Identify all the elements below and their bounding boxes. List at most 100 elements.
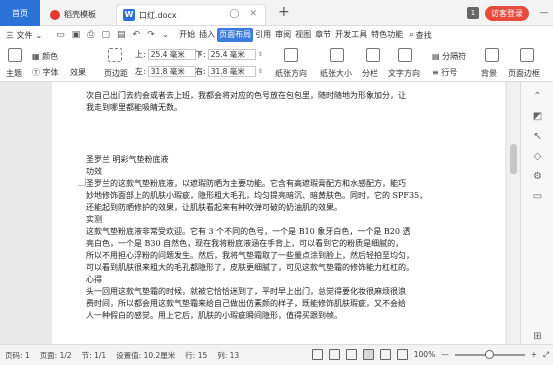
close-tab-icon[interactable]: ✕ bbox=[249, 9, 257, 19]
vertical-scrollbar[interactable] bbox=[507, 82, 520, 344]
page-border-button[interactable]: 页面边框 bbox=[508, 68, 540, 79]
background-button[interactable]: 背景 bbox=[481, 68, 497, 79]
fonts-button[interactable]: Ⓣ 字体 bbox=[32, 67, 59, 78]
zoom-slider-handle[interactable] bbox=[484, 349, 494, 359]
size-icon[interactable] bbox=[330, 48, 344, 64]
menu-review[interactable]: 审阅 bbox=[273, 28, 293, 42]
paragraph[interactable]: 圣罗兰的这款气垫粉底液，以遮瑕防晒为主要功能。它含有高遮瑕膏配方和水感配方，能巧 bbox=[86, 178, 460, 190]
zoom-in-icon[interactable]: + bbox=[531, 350, 537, 359]
minimize-icon[interactable]: — bbox=[535, 8, 553, 18]
redo-icon[interactable]: ↷ bbox=[147, 30, 155, 40]
visitor-login-button[interactable]: 访客登录 bbox=[485, 5, 529, 21]
page-margin-icon[interactable] bbox=[108, 48, 122, 64]
status-section[interactable]: 节: 1/1 bbox=[77, 350, 111, 361]
undo-icon[interactable]: ↶ bbox=[133, 30, 141, 40]
margin-left-input[interactable]: 31.8 毫米 bbox=[147, 66, 196, 77]
web-view-icon[interactable] bbox=[379, 349, 391, 360]
paragraph[interactable]: 妙地修饰面部上的肌肤小瑕疵，隐形粗大毛孔，均匀提亮暗沉、暗黄肤色。同时，它的 S… bbox=[86, 190, 460, 202]
file-menu[interactable]: 三 文件 ⌄ bbox=[0, 30, 48, 41]
margin-top-input[interactable]: 25.4 毫米 bbox=[147, 49, 196, 60]
paragraph[interactable]: 次自己出门去约会或者去上班，我都会将对应的色号放在包包里，随时随地为形象加分，让 bbox=[86, 90, 460, 102]
document-canvas[interactable]: 次自己出门去约会或者去上班，我都会将对应的色号放在包包里，随时随地为形象加分，让… bbox=[0, 82, 520, 344]
margin-left-field[interactable]: 左: 31.8 毫米 ⇕ bbox=[135, 66, 203, 77]
orientation-button[interactable]: 纸张方向 bbox=[275, 68, 307, 79]
spin-icon[interactable]: ⇕ bbox=[258, 51, 263, 58]
settings-icon[interactable]: ⚙ bbox=[531, 170, 544, 183]
text-direction-button[interactable]: 文字方向 bbox=[388, 68, 420, 79]
margin-right-input[interactable]: 31.8 毫米 bbox=[207, 66, 256, 77]
page-margin-button[interactable]: 页边距 bbox=[104, 68, 128, 79]
paragraph[interactable]: 头一回用这款气垫霜的时候，就被它恰恰迷到了，平时早上出门，总觉得要化妆很麻烦很浪 bbox=[86, 286, 460, 298]
menu-section[interactable]: 章节 bbox=[313, 28, 333, 42]
menu-view[interactable]: 视图 bbox=[293, 28, 313, 42]
open-icon[interactable]: ▭ bbox=[56, 30, 65, 40]
status-position[interactable]: 设置值: 10.2厘米 bbox=[111, 350, 180, 361]
window-count-badge[interactable]: 1 bbox=[467, 7, 479, 19]
line-numbers-button[interactable]: ≡ 行号 bbox=[432, 67, 457, 78]
size-button[interactable]: 纸张大小 bbox=[320, 68, 352, 79]
paragraph[interactable]: 可以看到肌肤很来粗大的毛孔都隐形了，皮肤更细腻了，可见这款气垫霜的修饰能力杠杠的… bbox=[86, 262, 460, 274]
pin-icon[interactable]: ◯ bbox=[229, 9, 239, 19]
paragraph[interactable]: 费时间，所以都会用这款气垫霜来给自己做出仿素颜的样子，既能修饰肌肤瑕疵，又不会给 bbox=[86, 298, 460, 310]
spin-icon[interactable]: ⇕ bbox=[258, 68, 263, 75]
tab-home[interactable]: 首页 bbox=[0, 0, 40, 26]
columns-button[interactable]: 分栏 bbox=[362, 68, 378, 79]
zoom-slider[interactable] bbox=[454, 349, 525, 359]
search-button[interactable]: ⌕ 查找 bbox=[405, 30, 435, 41]
paragraph[interactable]: 我走到哪里都能吸睛无数。 bbox=[86, 102, 460, 114]
save-icon[interactable]: ▣ bbox=[72, 30, 81, 40]
orientation-icon[interactable] bbox=[284, 48, 298, 64]
edit-icon[interactable] bbox=[345, 349, 357, 360]
background-icon[interactable] bbox=[485, 48, 499, 64]
paragraph[interactable]: 这款气垫粉底液非常受欢迎。它有 3 个不同的色号，一个是 B10 象牙白色，一个… bbox=[86, 226, 460, 238]
theme-icon[interactable] bbox=[8, 48, 22, 64]
menu-insert[interactable]: 插入 bbox=[197, 28, 217, 42]
select-icon[interactable]: ↖ bbox=[531, 130, 544, 143]
page-border-icon[interactable] bbox=[520, 48, 534, 64]
colors-button[interactable]: ▦ 颜色 bbox=[32, 51, 58, 62]
heading-feeling[interactable]: 心得 bbox=[86, 274, 460, 286]
margin-bottom-field[interactable]: 下: 25.4 毫米 ⇕ bbox=[195, 49, 263, 60]
more-icon[interactable]: ⌄ bbox=[162, 30, 170, 40]
menu-page-layout[interactable]: 页面布局 bbox=[217, 28, 254, 42]
page-view-icon[interactable] bbox=[362, 349, 374, 360]
tab-template[interactable]: 稻壳模板 bbox=[42, 4, 116, 25]
status-row[interactable]: 行: 15 bbox=[180, 350, 212, 361]
paragraph[interactable]: 亮白色，一个是 B30 自然色，现在我将粉底液涵在手背上，可以看到它的粉质是细腻… bbox=[86, 238, 460, 250]
theme-button[interactable]: 主题 bbox=[6, 68, 22, 79]
menu-reference[interactable]: 引用 bbox=[253, 28, 273, 42]
document-page[interactable]: 次自己出门去约会或者去上班，我都会将对应的色号放在包包里，随时随地为形象加分，让… bbox=[52, 82, 505, 344]
heading-function[interactable]: 功效 bbox=[86, 166, 460, 178]
document-body[interactable]: 次自己出门去约会或者去上班，我都会将对应的色号放在包包里，随时随地为形象加分，让… bbox=[86, 90, 460, 114]
zoom-out-icon[interactable]: — bbox=[441, 350, 449, 359]
read-mode-icon[interactable] bbox=[311, 349, 323, 360]
text-box-icon[interactable]: ▭ bbox=[531, 190, 544, 203]
style-icon[interactable]: ◩ bbox=[531, 110, 544, 123]
paragraph[interactable]: 人一种假白的感觉。用上它后，肌肤的小瑕疵瞬间隐形，值得买跟到帧。 bbox=[86, 310, 460, 322]
menu-start[interactable]: 开始 bbox=[177, 28, 197, 42]
effects-button[interactable]: 效果 bbox=[70, 67, 86, 78]
menu-dev-tools[interactable]: 开发工具 bbox=[333, 28, 369, 42]
article-title[interactable]: 圣罗兰 明彩气垫粉底液 bbox=[86, 154, 460, 166]
heading-test[interactable]: 实测 bbox=[86, 214, 460, 226]
export-icon[interactable]: ▤ bbox=[117, 30, 126, 40]
preview-icon[interactable]: ▢ bbox=[101, 30, 110, 40]
shapes-icon[interactable]: ◇ bbox=[531, 150, 544, 163]
new-tab-button[interactable]: + bbox=[278, 4, 290, 20]
document-body[interactable]: 圣罗兰 明彩气垫粉底液 功效 圣罗兰的这款气垫粉底液，以遮瑕防晒为主要功能。它含… bbox=[86, 154, 460, 322]
outline-icon[interactable] bbox=[328, 349, 340, 360]
tab-document[interactable]: W 口红.docx ◯ ✕ bbox=[116, 4, 266, 25]
columns-icon[interactable] bbox=[366, 48, 380, 64]
eye-protect-icon[interactable] bbox=[396, 349, 408, 360]
fit-icon[interactable]: ⤢ bbox=[543, 350, 549, 360]
status-pages[interactable]: 页面: 1/2 bbox=[35, 350, 77, 361]
breaks-button[interactable]: ▤ 分隔符 bbox=[432, 51, 466, 62]
margin-right-field[interactable]: 右: 31.8 毫米 ⇕ bbox=[195, 66, 263, 77]
paragraph[interactable]: 所以不用担心浮粉的问题发生。然后，我将气垫霜取了一些量点涂到脸上，然后轻拍至均匀… bbox=[86, 250, 460, 262]
paragraph[interactable]: 还能起到防晒修护的效果，让肌肤看起来有种吹弹可破的奶油肌的效果。 bbox=[86, 202, 460, 214]
scroll-up-icon[interactable]: ⌃ bbox=[531, 90, 544, 103]
status-col[interactable]: 列: 13 bbox=[212, 350, 244, 361]
zoom-level[interactable]: 100% bbox=[414, 350, 435, 359]
text-direction-icon[interactable] bbox=[398, 48, 412, 64]
status-page[interactable]: 页码: 1 bbox=[0, 350, 35, 361]
